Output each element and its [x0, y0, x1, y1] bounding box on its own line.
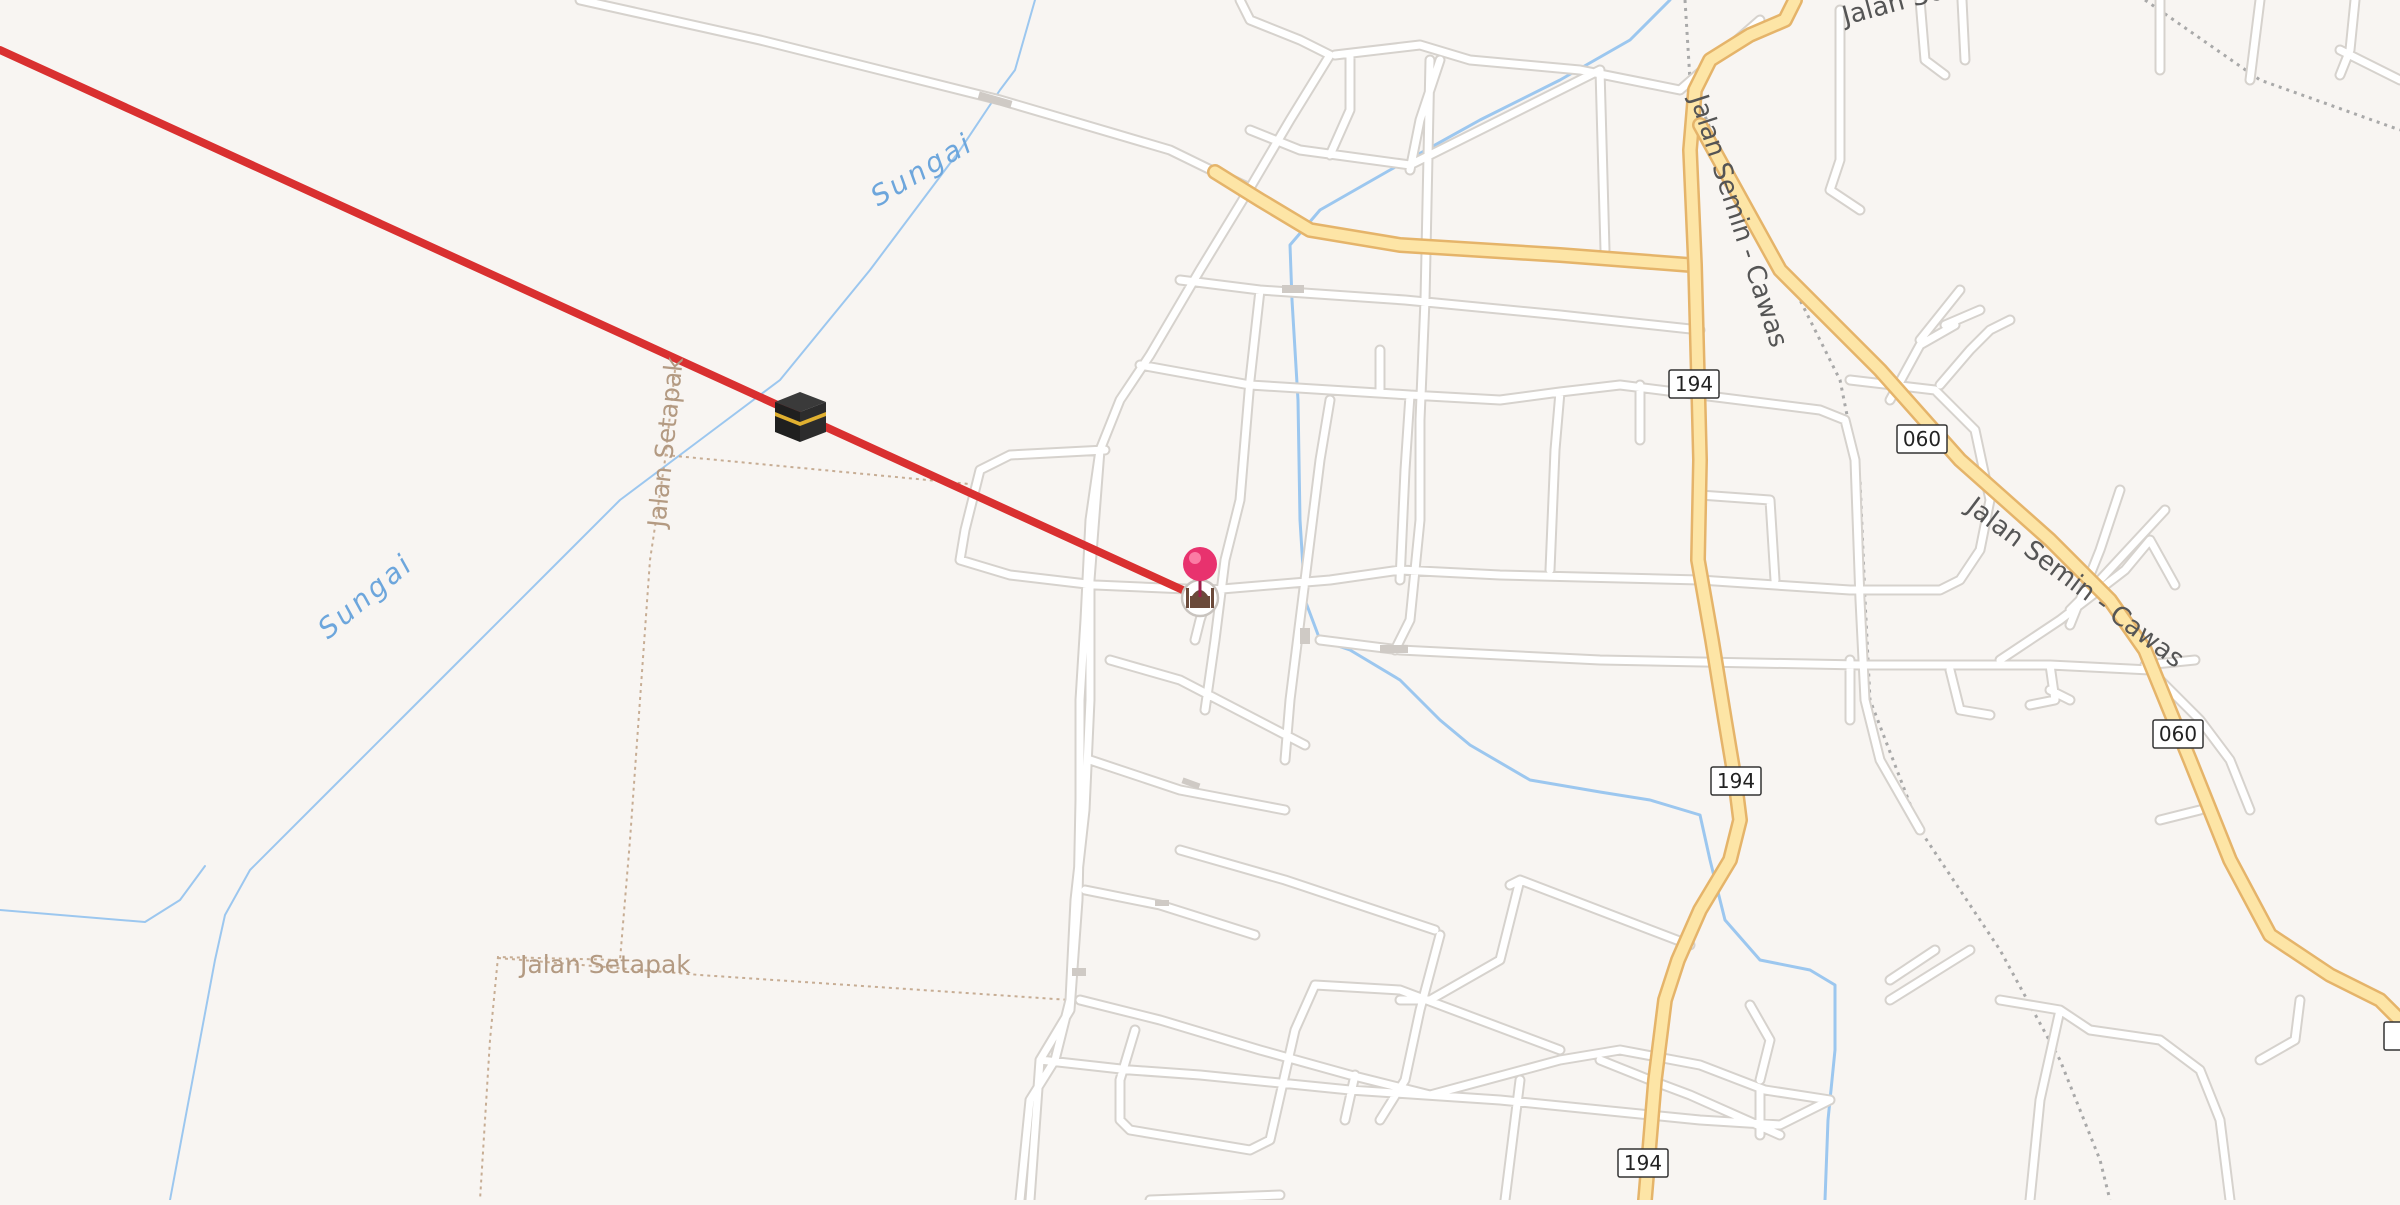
svg-text:Jalan Semin - Cawas: Jalan Semin - Cawas: [1837, 0, 2101, 32]
route-shield-060-b: 060: [2152, 719, 2204, 749]
minor-roads: [574, 0, 2400, 1205]
svg-text:Sungai: Sungai: [311, 547, 420, 646]
bridge-marks: [977, 91, 1408, 976]
svg-text:Jalan Setapak: Jalan Setapak: [518, 950, 691, 979]
svg-text:060: 060: [1903, 427, 1941, 451]
river-label-bottom: Sungai: [311, 547, 420, 646]
route-shield-194-c: 194: [1617, 1148, 1669, 1178]
svg-text:194: 194: [1624, 1151, 1662, 1175]
main-roads: [1207, 0, 2400, 1205]
svg-text:194: 194: [1717, 769, 1755, 793]
svg-text:Jalan Setapak: Jalan Setapak: [642, 355, 689, 530]
route-shield-edge: [2383, 1021, 2400, 1051]
route-shield-194-b: 194: [1710, 766, 1762, 796]
svg-text:194: 194: [1675, 372, 1713, 396]
kaaba-icon[interactable]: [775, 392, 826, 442]
map-view[interactable]: 194 194 194 060 060 Sungai Sungai Jalan …: [0, 0, 2400, 1205]
route-shield-194-a: 194: [1668, 369, 1720, 399]
path-label-horizontal: Jalan Setapak: [518, 950, 691, 979]
svg-text:060: 060: [2159, 722, 2197, 746]
road-label-top: Jalan Semin - Cawas: [1837, 0, 2101, 32]
route-shield-060-a: 060: [1896, 424, 1948, 454]
qibla-line: [0, 46, 1202, 601]
path-label-vertical: Jalan Setapak: [642, 355, 689, 530]
